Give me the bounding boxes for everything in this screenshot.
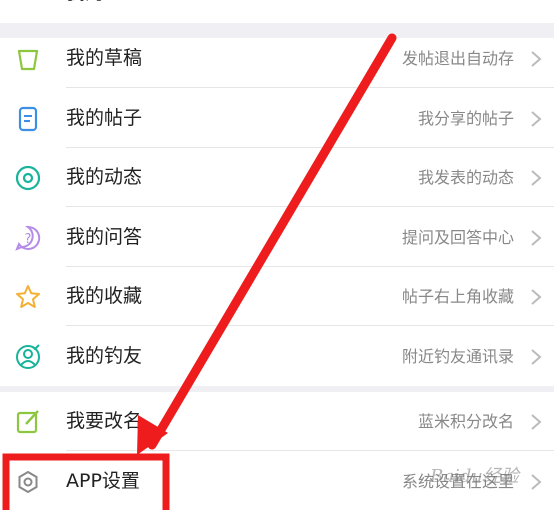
partial-row-label: 我的 (66, 0, 104, 23)
menu-item-posts[interactable]: 我的帖子 我分享的帖子 (0, 89, 554, 148)
menu-item-desc: 我分享的帖子 (417, 109, 514, 128)
chevron-right-icon (531, 230, 542, 246)
menu-item-label: 我的收藏 (66, 285, 143, 307)
cup-icon (17, 49, 39, 71)
divider (66, 87, 554, 88)
chevron-right-icon (531, 170, 542, 186)
menu-item-label: 我的草稿 (66, 47, 143, 69)
svg-text:?: ? (25, 232, 32, 247)
chevron-right-icon (531, 289, 542, 305)
watermark: Baidu经验 (430, 466, 519, 487)
menu-item-activity[interactable]: 我的动态 我发表的动态 (0, 148, 554, 207)
menu-item-label: APP设置 (66, 470, 140, 492)
divider (66, 206, 554, 207)
menu-item-label: 我的问答 (66, 226, 143, 248)
menu-item-label: 我要改名 (66, 410, 143, 432)
menu-item-label: 我的动态 (66, 166, 143, 188)
chevron-right-icon (531, 51, 542, 67)
chevron-right-icon (531, 474, 542, 490)
menu-item-desc: 我发表的动态 (417, 168, 514, 187)
target-icon (15, 165, 41, 191)
menu-item-desc: 蓝米积分改名 (417, 412, 514, 431)
chevron-right-icon (531, 111, 542, 127)
user-check-icon (16, 344, 40, 369)
document-icon (18, 106, 38, 132)
menu-item-desc: 帖子右上角收藏 (401, 287, 514, 306)
menu-item-fishing-friends[interactable]: 我的钓友 附近钓友通讯录 (0, 327, 554, 386)
menu-item-label: 我的钓友 (66, 345, 143, 367)
menu-item-desc: 附近钓友通讯录 (401, 347, 514, 366)
edit-icon (16, 410, 39, 434)
partial-row-top[interactable]: 我的 (0, 0, 554, 23)
question-icon: ? (15, 225, 41, 251)
menu-item-desc: 发帖退出自动存 (401, 49, 514, 68)
menu-item-desc: 提问及回答中心 (401, 228, 514, 247)
menu-item-drafts[interactable]: 我的草稿 发帖退出自动存 (0, 29, 554, 88)
hexagon-gear-icon (18, 470, 38, 494)
chevron-right-icon (531, 349, 542, 365)
menu-item-qa[interactable]: ? 我的问答 提问及回答中心 (0, 208, 554, 267)
star-icon (16, 285, 40, 308)
menu-item-rename[interactable]: 我要改名 蓝米积分改名 (0, 392, 554, 451)
divider (66, 450, 554, 451)
menu-item-label: 我的帖子 (66, 107, 143, 129)
chevron-right-icon (531, 414, 542, 430)
divider (66, 325, 554, 326)
menu-item-favorites[interactable]: 我的收藏 帖子右上角收藏 (0, 267, 554, 326)
